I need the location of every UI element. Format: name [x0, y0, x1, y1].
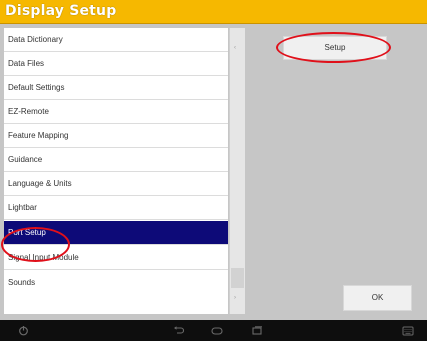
ok-button[interactable]: OK: [343, 285, 412, 311]
list-item-port-setup[interactable]: Port Setup: [4, 221, 228, 245]
list-item-lightbar[interactable]: Lightbar: [4, 196, 228, 220]
back-icon[interactable]: [170, 320, 186, 341]
list-item-sounds[interactable]: Sounds: [4, 271, 228, 295]
scroll-thumb[interactable]: [231, 268, 244, 288]
navigation-bar: [0, 320, 427, 341]
power-icon[interactable]: [14, 320, 32, 341]
list-item-ez-remote[interactable]: EZ-Remote: [4, 100, 228, 124]
scroll-down-arrow-icon[interactable]: ›: [234, 294, 236, 302]
window-title: Display Setup: [5, 3, 117, 19]
list-item-language-units[interactable]: Language & Units: [4, 172, 228, 196]
home-icon[interactable]: [209, 320, 225, 341]
title-bar: Display Setup: [0, 0, 427, 24]
keyboard-icon[interactable]: [400, 320, 416, 341]
recent-apps-icon[interactable]: [249, 320, 265, 341]
list-item-feature-mapping[interactable]: Feature Mapping: [4, 124, 228, 148]
list-item-signal-input-module[interactable]: Signal Input Module: [4, 246, 228, 270]
list-item-data-dictionary[interactable]: Data Dictionary: [4, 28, 228, 52]
scroll-up-arrow-icon[interactable]: ‹: [234, 44, 236, 52]
list-item-guidance[interactable]: Guidance: [4, 148, 228, 172]
list-item-data-files[interactable]: Data Files: [4, 52, 228, 76]
setup-list: Data Dictionary Data Files Default Setti…: [4, 28, 228, 314]
list-item-default-settings[interactable]: Default Settings: [4, 76, 228, 100]
list-scrollbar[interactable]: ‹ ›: [229, 28, 245, 314]
setup-button[interactable]: Setup: [283, 36, 387, 60]
